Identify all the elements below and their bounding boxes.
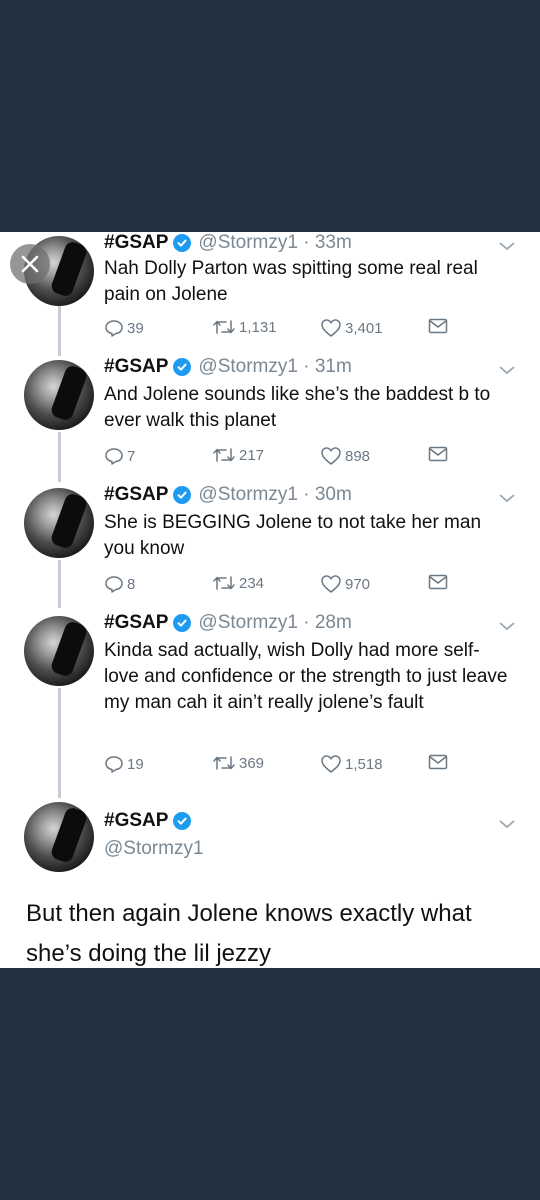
tweet-actions: 39 1,131 3,401 [104, 318, 464, 342]
message-button[interactable] [428, 318, 448, 334]
message-button[interactable] [428, 574, 448, 590]
retweet-button[interactable]: 234 [212, 574, 264, 592]
envelope-icon [428, 446, 448, 462]
reply-button[interactable]: 7 [104, 446, 135, 466]
reply-icon [105, 320, 123, 337]
retweet-button[interactable]: 217 [212, 446, 264, 464]
display-name[interactable]: #GSAP [104, 612, 168, 634]
heart-icon [321, 447, 341, 465]
avatar[interactable] [24, 360, 94, 430]
handle-timestamp[interactable]: @Stormzy1 · 30m [198, 484, 351, 506]
thread-line [58, 306, 61, 356]
like-button[interactable]: 970 [320, 574, 370, 594]
like-count: 970 [345, 575, 371, 593]
avatar[interactable] [24, 802, 94, 872]
like-button[interactable]: 898 [320, 446, 370, 466]
tweet-actions: 19 369 1,518 [104, 754, 464, 778]
reply-count: 19 [127, 755, 144, 773]
verified-badge-icon [173, 234, 192, 252]
reply-icon [105, 448, 123, 465]
display-name[interactable]: #GSAP [104, 810, 168, 832]
like-count: 1,518 [345, 755, 383, 773]
heart-icon [321, 575, 341, 593]
avatar[interactable] [24, 616, 94, 686]
thread-line [58, 560, 61, 608]
message-button[interactable] [428, 446, 448, 462]
chevron-down-icon[interactable] [498, 492, 516, 504]
like-button[interactable]: 3,401 [320, 318, 383, 338]
handle-timestamp[interactable]: @Stormzy1 · 31m [198, 356, 351, 378]
tweet-text: Kinda sad actually, wish Dolly had more … [104, 640, 508, 713]
avatar[interactable] [24, 488, 94, 558]
tweet-actions: 8 234 970 [104, 574, 464, 598]
heart-icon [321, 755, 341, 773]
reply-button[interactable]: 19 [104, 754, 144, 774]
tweet-text: Nah Dolly Parton was spitting some real … [104, 258, 478, 305]
message-button[interactable] [428, 754, 448, 770]
handle[interactable]: @Stormzy1 [104, 838, 204, 860]
display-name[interactable]: #GSAP [104, 232, 168, 254]
tweet-text: And Jolene sounds like she’s the baddest… [104, 384, 491, 431]
tweet-actions: 7 217 898 [104, 446, 464, 470]
retweet-icon [213, 756, 235, 770]
reply-button[interactable]: 39 [104, 318, 144, 338]
reply-count: 39 [127, 319, 144, 337]
like-count: 898 [345, 447, 371, 465]
handle-timestamp[interactable]: @Stormzy1 · 28m [198, 612, 351, 634]
envelope-icon [428, 318, 448, 334]
chevron-down-icon[interactable] [498, 620, 516, 632]
like-button[interactable]: 1,518 [320, 754, 383, 774]
retweet-count: 234 [239, 574, 265, 592]
retweet-icon [213, 320, 235, 334]
tweet-text: She is BEGGING Jolene to not take her ma… [104, 512, 482, 559]
retweet-button[interactable]: 1,131 [212, 318, 277, 336]
envelope-icon [428, 754, 448, 770]
handle-timestamp[interactable]: @Stormzy1 · 33m [198, 232, 351, 254]
retweet-count: 217 [239, 446, 265, 464]
close-button[interactable] [10, 244, 50, 284]
retweet-count: 369 [239, 754, 265, 772]
chevron-down-icon[interactable] [498, 364, 516, 376]
display-name[interactable]: #GSAP [104, 356, 168, 378]
retweet-icon [213, 448, 235, 462]
chevron-down-icon[interactable] [498, 818, 516, 830]
reply-icon [105, 576, 123, 593]
verified-badge-icon [173, 812, 192, 830]
retweet-icon [213, 576, 235, 590]
tweet-text-large: But then again Jolene knows exactly what… [26, 900, 472, 967]
verified-badge-icon [173, 358, 192, 376]
screenshot-image[interactable]: #GSAP @Stormzy1 · 33m Nah Dolly Parton w… [0, 232, 540, 968]
verified-badge-icon [173, 486, 192, 504]
verified-badge-icon [173, 614, 192, 632]
heart-icon [321, 319, 341, 337]
reply-count: 7 [127, 447, 136, 465]
display-name[interactable]: #GSAP [104, 484, 168, 506]
like-count: 3,401 [345, 319, 383, 337]
thread-line [58, 432, 61, 482]
retweet-button[interactable]: 369 [212, 754, 264, 772]
reply-icon [105, 756, 123, 773]
retweet-count: 1,131 [239, 318, 277, 336]
chevron-down-icon[interactable] [498, 240, 516, 252]
reply-count: 8 [127, 575, 136, 593]
envelope-icon [428, 574, 448, 590]
image-viewer: #GSAP @Stormzy1 · 33m Nah Dolly Parton w… [0, 0, 540, 1200]
close-icon [21, 255, 39, 273]
thread-line [58, 688, 61, 798]
reply-button[interactable]: 8 [104, 574, 135, 594]
